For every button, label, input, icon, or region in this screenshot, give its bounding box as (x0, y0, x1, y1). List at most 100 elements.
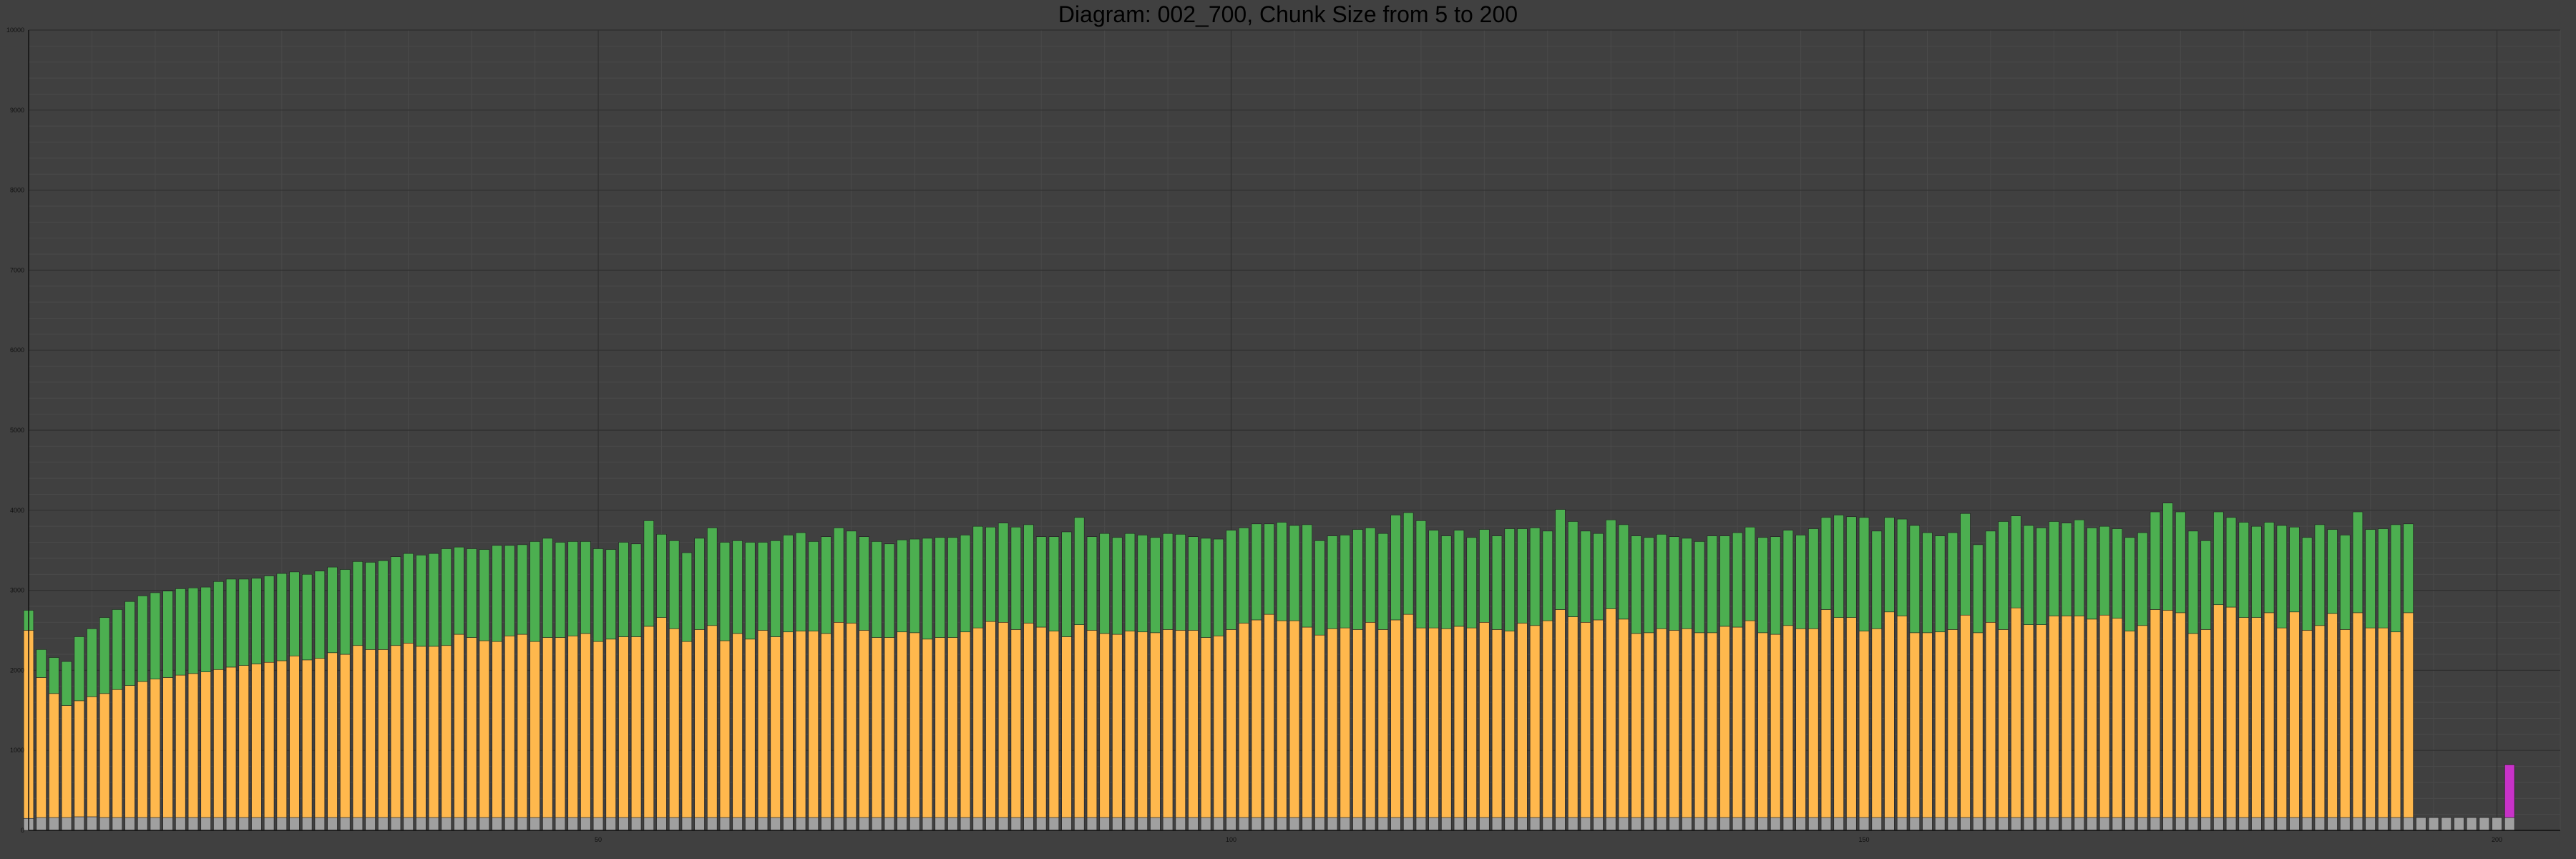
bar-segment-s0 (1175, 817, 1186, 831)
bar-segment-s1 (1112, 634, 1123, 818)
bar-segment-s2 (1124, 533, 1136, 631)
bar-segment-s2 (187, 587, 199, 674)
bar-segment-s1 (1390, 619, 1401, 818)
bar-segment-s1 (403, 643, 414, 818)
bar-segment-s2 (1352, 529, 1363, 630)
bar-segment-s0 (1428, 817, 1439, 831)
bar-segment-s1 (2150, 609, 2161, 818)
bar-segment-s2 (1162, 533, 1174, 630)
bar-segment-s2 (770, 540, 781, 637)
bar-segment-s2 (1871, 530, 1882, 629)
bar-segment-s0 (1124, 817, 1136, 831)
bar-segment-s1 (1061, 636, 1072, 818)
bar-segment-s0 (1264, 817, 1274, 831)
bar-segment-s1 (187, 673, 199, 818)
bar-segment-s0 (2492, 817, 2502, 831)
bar-segment-s2 (1289, 525, 1300, 621)
bar-segment-s2 (1504, 528, 1515, 631)
bar-segment-s0 (1162, 817, 1174, 831)
bar-segment-s2 (251, 578, 262, 664)
bar-segment-s0 (2340, 817, 2351, 831)
bar-segment-s1 (2263, 612, 2275, 818)
bar-segment-s2 (378, 560, 389, 650)
bar-segment-s1 (1593, 619, 1604, 818)
bar-segment-s1 (1327, 628, 1338, 818)
bar-segment-s1 (36, 677, 47, 818)
bar-segment-s1 (732, 633, 743, 818)
bar-segment-s1 (1226, 629, 1236, 818)
bar-segment-s1 (1377, 629, 1389, 818)
bar-segment-s0 (2327, 817, 2338, 831)
bar-segment-s2 (1707, 535, 1717, 634)
bar-segment-s1 (1517, 623, 1528, 818)
bar-segment-s1 (1415, 627, 1427, 818)
bar-segment-s0 (2428, 817, 2439, 831)
bar-segment-s0 (884, 817, 895, 831)
bar-segment-s2 (2365, 529, 2376, 629)
bar-segment-s0 (2099, 817, 2110, 831)
bar-segment-s2 (555, 542, 566, 638)
bar-segment-s1 (656, 617, 667, 818)
bar-segment-s2 (225, 578, 237, 668)
bar-segment-s1 (517, 634, 528, 818)
bar-segment-s2 (909, 538, 920, 634)
bar-segment-s2 (947, 537, 958, 638)
bar-segment-s2 (1150, 537, 1161, 634)
bar-segment-s2 (428, 553, 439, 647)
bar-segment-s2 (1973, 544, 1984, 634)
bar-segment-s2 (2314, 524, 2326, 626)
bar-segment-s1 (1340, 627, 1350, 818)
bar-segment-s0 (681, 817, 693, 831)
bar-segment-s0 (479, 817, 490, 831)
bar-segment-s2 (2352, 511, 2363, 613)
bar-segment-s2 (2276, 525, 2288, 629)
bar-segment-s1 (1441, 628, 1452, 818)
bar-segment-s0 (36, 817, 47, 831)
bar-segment-s0 (1770, 817, 1781, 831)
bar-segment-s1 (1694, 632, 1705, 818)
y-tick-label: 2000 (10, 666, 24, 674)
bar-segment-s0 (897, 817, 907, 831)
bar-segment-s1 (1656, 628, 1667, 818)
bar-segment-s0 (2251, 817, 2262, 831)
bar-segment-s0 (378, 817, 389, 831)
bar-segment-s0 (2504, 817, 2515, 831)
bar-segment-s2 (681, 552, 693, 642)
bar-segment-s1 (2036, 624, 2046, 818)
bar-segment-s1 (643, 626, 655, 818)
bar-segment-s1 (2187, 633, 2199, 818)
bar-segment-s1 (1200, 637, 1211, 818)
bar-segment-s2 (276, 573, 287, 661)
bar-segment-s0 (1200, 817, 1211, 831)
bar-segment-s2 (2074, 519, 2084, 616)
bar-segment-s1 (1960, 614, 1971, 818)
bar-segment-s0 (2365, 817, 2376, 831)
bar-segment-s1 (1529, 625, 1541, 818)
bar-segment-s0 (745, 817, 756, 831)
bar-segment-s0 (997, 817, 1009, 831)
bar-segment-s2 (61, 661, 72, 706)
bar-segment-s0 (441, 817, 452, 831)
bar-segment-s1 (1453, 626, 1465, 818)
bar-segment-s0 (2036, 817, 2046, 831)
bar-segment-s2 (1415, 520, 1427, 629)
bar-segment-s0 (1567, 817, 1579, 831)
bar-segment-s1 (757, 630, 769, 818)
bar-segment-s0 (238, 817, 249, 831)
bar-segment-s0 (1745, 817, 1756, 831)
bar-segment-s1 (605, 639, 616, 818)
bar-segment-s0 (757, 817, 769, 831)
bar-segment-s0 (99, 817, 110, 831)
bar-segment-s0 (1833, 817, 1844, 831)
bar-segment-s0 (555, 817, 566, 831)
y-tick-label: 6000 (10, 346, 24, 354)
bar-segment-s1 (1137, 631, 1148, 818)
bar-segment-s1 (1365, 622, 1376, 818)
bar-segment-s0 (1504, 817, 1515, 831)
bar-segment-s0 (492, 817, 502, 831)
bar-segment-s0 (454, 817, 464, 831)
bar-segment-s2 (783, 535, 794, 633)
bar-segment-s1 (947, 637, 958, 818)
bar-segment-s1 (1947, 629, 1958, 818)
y-tick-label: 1000 (10, 747, 24, 754)
